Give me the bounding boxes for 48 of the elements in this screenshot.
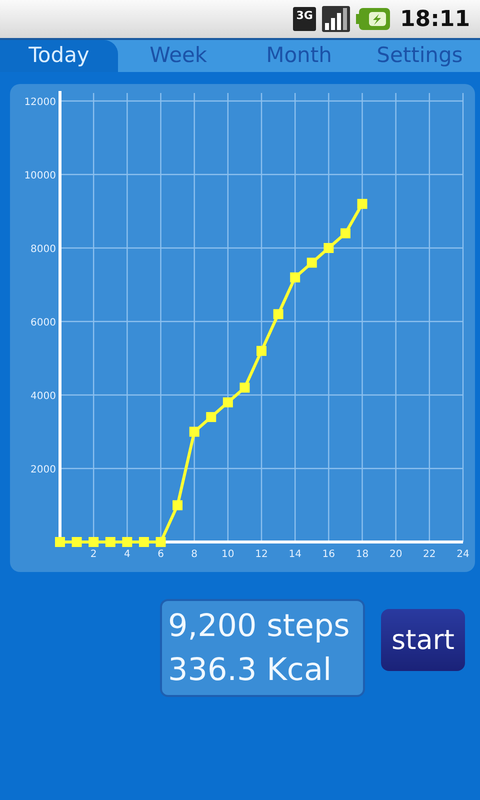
data-point xyxy=(240,382,250,393)
x-tick-label: 18 xyxy=(356,549,369,560)
x-tick-label: 22 xyxy=(423,549,436,560)
data-point xyxy=(156,537,166,547)
data-point xyxy=(172,500,183,510)
clock-time: 18:11 xyxy=(400,6,470,32)
y-tick-label: 2000 xyxy=(30,464,56,476)
x-tick-label: 12 xyxy=(255,549,268,560)
start-button[interactable]: start xyxy=(381,609,465,671)
data-point xyxy=(206,412,216,422)
tab[interactable]: Week xyxy=(118,40,239,72)
data-point xyxy=(306,258,317,268)
x-tick-label: 24 xyxy=(456,549,470,560)
y-tick-label: 12000 xyxy=(24,97,56,108)
data-point xyxy=(340,228,350,238)
x-tick-label: 2 xyxy=(90,549,97,560)
tab[interactable]: Settings xyxy=(359,40,480,72)
x-tick-label: 14 xyxy=(288,549,302,560)
x-tick-label: 10 xyxy=(222,549,234,560)
data-point xyxy=(273,309,284,320)
y-tick-label: 4000 xyxy=(30,391,56,402)
signal-icon xyxy=(322,6,350,32)
x-tick-label: 16 xyxy=(322,549,336,560)
x-tick-label: 8 xyxy=(191,549,198,560)
data-point xyxy=(72,537,82,547)
y-tick-label: 6000 xyxy=(30,318,56,328)
battery-charging-icon xyxy=(356,8,390,30)
data-point xyxy=(222,397,233,408)
data-point xyxy=(88,537,99,547)
x-tick-label: 20 xyxy=(389,549,402,560)
data-point xyxy=(122,537,132,547)
y-tick-label: 10000 xyxy=(24,170,56,182)
calories-value: 336.3 Kcal xyxy=(168,651,333,690)
tab[interactable]: Today xyxy=(0,40,118,72)
data-point xyxy=(256,346,266,356)
data-point xyxy=(55,537,65,547)
x-tick-label: 4 xyxy=(124,549,130,560)
x-tick-label: 6 xyxy=(158,549,164,560)
data-point xyxy=(324,243,334,253)
data-point xyxy=(290,272,300,282)
data-point xyxy=(357,198,368,209)
steps-count: 9,200 steps xyxy=(168,607,351,646)
data-point xyxy=(138,537,149,547)
tab[interactable]: Month xyxy=(238,40,360,72)
y-tick-label: 8000 xyxy=(30,244,56,255)
data-point xyxy=(189,426,200,437)
data-point xyxy=(105,537,116,547)
network-3g-icon: 3G xyxy=(293,7,316,31)
